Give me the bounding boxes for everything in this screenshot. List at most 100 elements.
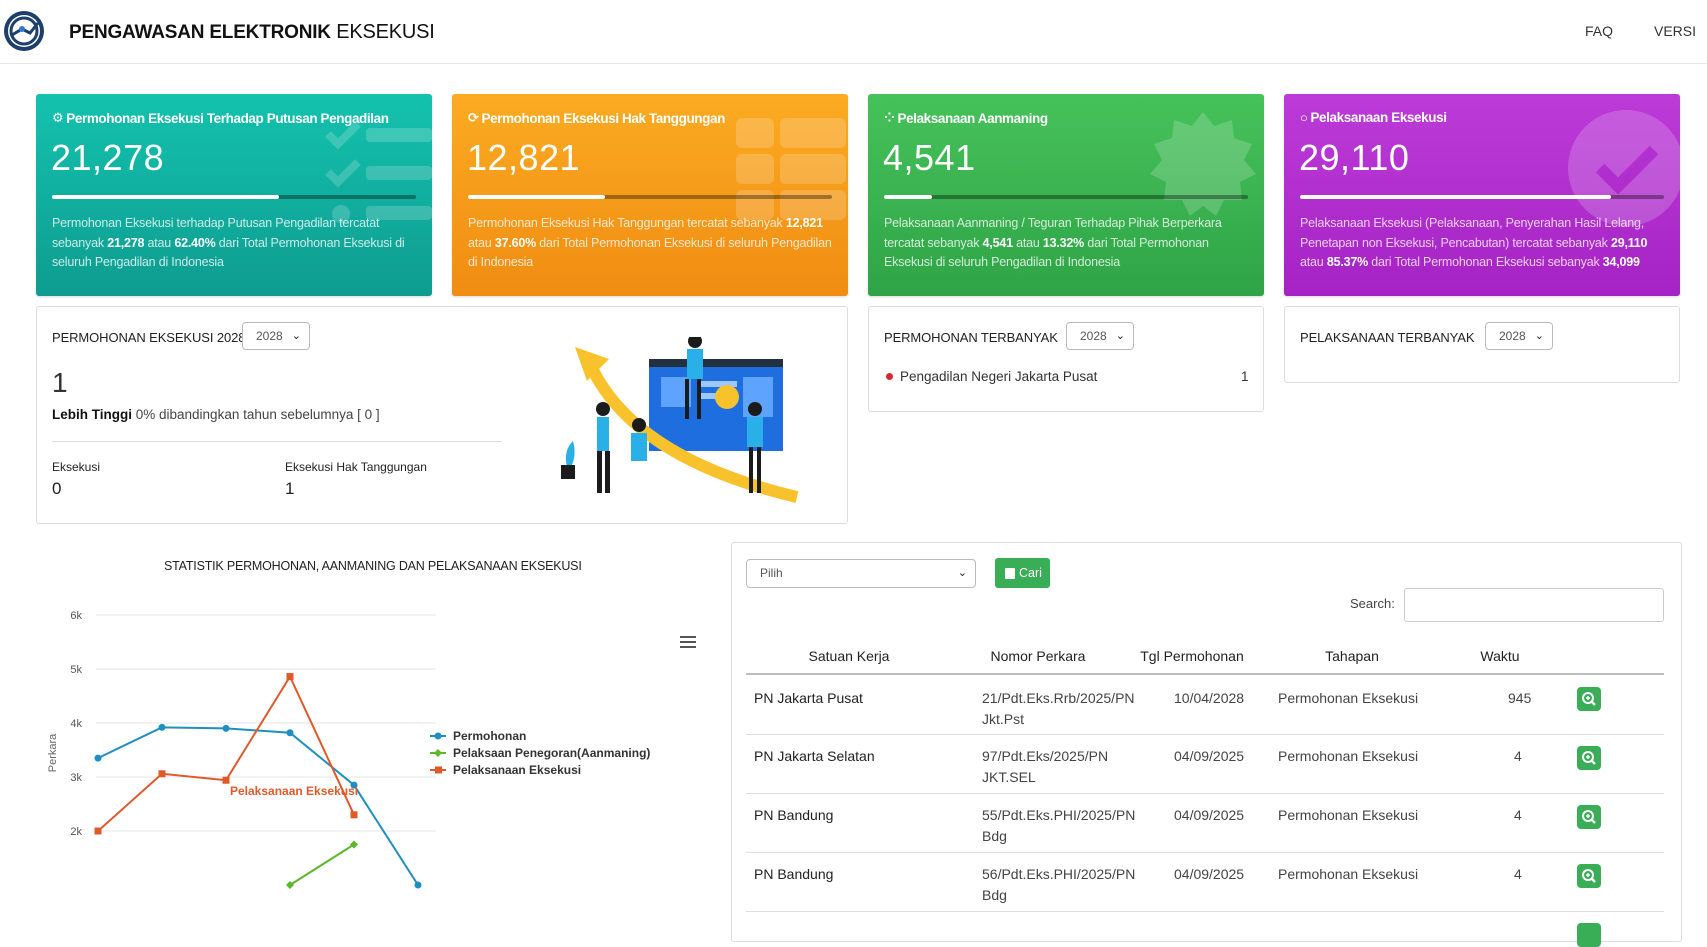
view-detail-button[interactable] bbox=[1577, 923, 1601, 947]
nav-versi-link[interactable]: VERSI bbox=[1654, 23, 1696, 39]
zoom-in-icon bbox=[1582, 810, 1596, 824]
y-axis-label: Perkara bbox=[47, 733, 59, 772]
stat-label: Eksekusi bbox=[52, 460, 101, 474]
permohonan-panel: PERMOHONAN EKSEKUSI 2028 2028 ⌄ 1 Lebih … bbox=[36, 306, 848, 524]
data-point bbox=[286, 673, 294, 681]
pelaksanaan-terbanyak-panel: PELAKSANAAN TERBANYAK 2028 ⌄ bbox=[1284, 306, 1680, 383]
list-item-name: Pengadilan Negeri Jakarta Pusat bbox=[900, 369, 1098, 384]
filter-select[interactable]: Pilih ⌄ bbox=[746, 559, 976, 588]
data-point bbox=[350, 811, 358, 819]
cell-tgl: 10/04/2028 bbox=[1174, 690, 1245, 706]
check-circle-bg-icon bbox=[1568, 110, 1680, 226]
cell-nomor: 56/Pdt.Eks.PHI/2025/PN Bdg bbox=[982, 866, 1136, 903]
search-input[interactable] bbox=[1404, 588, 1664, 622]
col-satuan-kerja[interactable]: Satuan Kerja bbox=[789, 648, 909, 664]
card-title-text: Pelaksanaan Eksekusi bbox=[1310, 110, 1447, 125]
chart-plot: 2k 3k 4k 5k 6k Perkara Pelaksanaan Eksekusi Per… bbox=[47, 610, 650, 889]
legend-marker bbox=[434, 749, 442, 757]
refresh-icon: ⟳ bbox=[468, 110, 479, 125]
year-select-value: 2028 bbox=[1499, 329, 1526, 343]
table-row: PN Bandung 56/Pdt.Eks.PHI/2025/PN Bdg 04/… bbox=[746, 852, 1664, 911]
permohonan-value: 1 bbox=[52, 367, 68, 398]
data-point bbox=[222, 724, 230, 732]
col-tahapan[interactable]: Tahapan bbox=[1302, 648, 1402, 664]
card-description: Pelaksanaan Eksekusi (Pelaksanaan, Penye… bbox=[1300, 216, 1648, 269]
y-tick-label: 3k bbox=[70, 772, 82, 784]
red-dot-icon bbox=[886, 373, 893, 380]
gear-icon: ⚙ bbox=[52, 110, 64, 125]
card-hak-tanggungan: ⟳ Permohonan Eksekusi Hak Tanggungan 12,… bbox=[452, 94, 848, 296]
circle-icon: ○ bbox=[1300, 110, 1308, 125]
year-select[interactable]: 2028 ⌄ bbox=[242, 322, 310, 350]
cell-tahapan: Permohonan Eksekusi bbox=[1278, 690, 1419, 706]
legend-marker bbox=[434, 732, 442, 740]
team-growth-illustration bbox=[561, 337, 799, 503]
card-value: 29,110 bbox=[1299, 137, 1410, 178]
badge-bg-icon bbox=[1150, 112, 1256, 216]
legend-item: Permohonan bbox=[453, 729, 526, 743]
data-point bbox=[158, 723, 166, 731]
year-select[interactable]: 2028 ⌄ bbox=[1066, 322, 1134, 350]
card-progress bbox=[1300, 195, 1664, 199]
spinner-icon: ⁘ bbox=[884, 110, 895, 125]
cell-waktu: 4 bbox=[1514, 807, 1522, 823]
y-tick-label: 6k bbox=[70, 610, 82, 622]
series-annotation: Pelaksanaan Eksekusi bbox=[230, 784, 358, 798]
view-detail-button[interactable] bbox=[1577, 687, 1601, 711]
cell-waktu: 4 bbox=[1514, 866, 1522, 882]
col-waktu[interactable]: Waktu bbox=[1470, 648, 1530, 664]
card-progress bbox=[884, 195, 1248, 199]
card-value: 21,278 bbox=[51, 137, 165, 178]
col-tgl-permohonan[interactable]: Tgl Permohonan bbox=[1122, 648, 1262, 664]
data-point bbox=[158, 770, 166, 778]
card-title: ⁘ Pelaksanaan Aanmaning bbox=[884, 110, 1048, 126]
card-value: 4,541 bbox=[883, 137, 976, 178]
zoom-in-icon bbox=[1582, 869, 1596, 883]
card-progress bbox=[52, 195, 416, 199]
cell-tahapan: Permohonan Eksekusi bbox=[1278, 748, 1419, 764]
cell-waktu: 4 bbox=[1514, 748, 1522, 764]
data-point bbox=[222, 776, 230, 784]
view-detail-button[interactable] bbox=[1577, 746, 1601, 770]
cari-button[interactable]: Cari bbox=[995, 558, 1050, 588]
year-select-value: 2028 bbox=[1080, 329, 1107, 343]
view-detail-button[interactable] bbox=[1577, 864, 1601, 888]
cell-nomor: 21/Pdt.Eks.Rrb/2025/PN Jkt.Pst bbox=[982, 690, 1135, 727]
card-title-text: Permohonan Eksekusi Hak Tanggungan bbox=[481, 110, 726, 126]
col-nomor-perkara[interactable]: Nomor Perkara bbox=[968, 648, 1108, 664]
y-tick-label: 5k bbox=[70, 664, 82, 676]
zoom-in-icon bbox=[1582, 751, 1596, 765]
search-label: Search: bbox=[1350, 596, 1395, 611]
table-row bbox=[746, 911, 1664, 947]
nav-faq-link[interactable]: FAQ bbox=[1585, 23, 1613, 39]
cell-satker: PN Jakarta Selatan bbox=[754, 748, 875, 764]
save-icon bbox=[1005, 567, 1015, 579]
year-select[interactable]: 2028 ⌄ bbox=[1485, 322, 1553, 350]
table-row: PN Bandung 55/Pdt.Eks.PHI/2025/PN Bdg 04/… bbox=[746, 793, 1664, 852]
table-row: PN Jakarta Pusat 21/Pdt.Eks.Rrb/2025/PN J… bbox=[746, 675, 1664, 734]
permohonan-terbanyak-panel: PERMOHONAN TERBANYAK 2028 ⌄ Pengadilan N… bbox=[868, 306, 1264, 412]
card-description: Pelaksanaan Aanmaning / Teguran Terhadap… bbox=[884, 216, 1222, 269]
court-logo-icon[interactable] bbox=[2, 9, 46, 53]
grid-bg-icon bbox=[736, 118, 846, 220]
panel-title: PERMOHONAN EKSEKUSI 2028 bbox=[52, 330, 246, 345]
card-value: 12,821 bbox=[467, 137, 581, 178]
view-detail-button[interactable] bbox=[1577, 805, 1601, 829]
list-item-count: 1 bbox=[1241, 369, 1249, 384]
card-description: Permohonan Eksekusi terhadap Putusan Pen… bbox=[52, 216, 405, 269]
legend-marker bbox=[435, 766, 442, 774]
chevron-down-icon: ⌄ bbox=[1115, 330, 1125, 342]
cell-satker: PN Bandung bbox=[754, 866, 834, 882]
series-line-1 bbox=[289, 843, 355, 886]
cell-tgl: 04/09/2025 bbox=[1174, 866, 1245, 882]
zoom-in-icon bbox=[1582, 692, 1596, 706]
y-tick-label: 2k bbox=[70, 826, 82, 838]
panel-title: PELAKSANAAN TERBANYAK bbox=[1300, 330, 1475, 345]
chevron-down-icon: ⌄ bbox=[957, 567, 967, 579]
series-line-0 bbox=[97, 726, 419, 886]
y-tick-label: 4k bbox=[70, 718, 82, 730]
panel-title: PERMOHONAN TERBANYAK bbox=[884, 330, 1058, 345]
statistik-chart: STATISTIK PERMOHONAN, AANMANING DAN PELA… bbox=[36, 543, 716, 921]
card-progress-fill bbox=[884, 195, 933, 199]
app-title: PENGAWASAN ELEKTRONIK EKSEKUSI bbox=[69, 21, 435, 44]
